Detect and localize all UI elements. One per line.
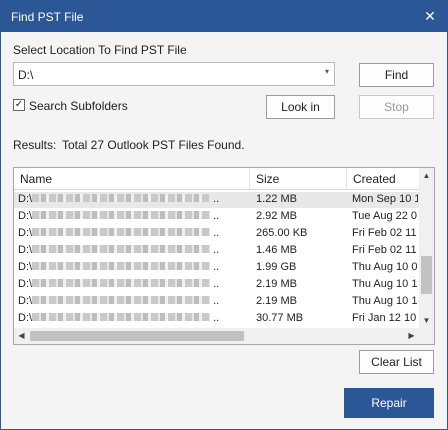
- row-name-suffix: ..: [213, 193, 220, 205]
- row-name-prefix: D:\: [18, 278, 33, 290]
- horizontal-scroll-thumb[interactable]: [30, 331, 244, 341]
- location-value[interactable]: D:\: [18, 68, 33, 82]
- repair-button[interactable]: Repair: [344, 388, 434, 418]
- table-row[interactable]: D:\ .. 1.46 MB Fri Feb 02 11: [14, 243, 419, 259]
- table-row[interactable]: D:\ .. 265.00 KB Fri Feb 02 11: [14, 226, 419, 242]
- scroll-down-icon[interactable]: ▼: [419, 313, 434, 328]
- row-name: D:\ ..: [18, 312, 246, 324]
- vertical-scrollbar[interactable]: ▲ ▼: [419, 168, 434, 328]
- table-row[interactable]: D:\ .. 2.92 MB Tue Aug 22 0: [14, 209, 419, 225]
- scroll-left-icon[interactable]: ◀: [14, 328, 29, 344]
- chevron-down-icon[interactable]: ▾: [325, 67, 329, 76]
- redacted-path: [32, 262, 211, 271]
- row-name: D:\ ..: [18, 261, 246, 273]
- row-size: 2.19 MB: [256, 278, 297, 290]
- row-created: Fri Feb 02 11: [352, 227, 417, 239]
- column-header-size[interactable]: Size: [250, 168, 347, 190]
- row-size: 2.19 MB: [256, 295, 297, 307]
- results-label: Results:: [13, 138, 57, 152]
- search-subfolders-checkbox[interactable]: ✓: [13, 99, 25, 111]
- row-name-prefix: D:\: [18, 295, 33, 307]
- row-name-prefix: D:\: [18, 227, 33, 239]
- table-row[interactable]: D:\ .. 1.22 MB Mon Sep 10 1: [14, 192, 419, 208]
- row-size: 265.00 KB: [256, 227, 308, 239]
- row-name: D:\ ..: [18, 295, 246, 307]
- row-name-suffix: ..: [213, 295, 220, 307]
- row-name-suffix: ..: [213, 210, 220, 222]
- look-in-button[interactable]: Look in: [266, 95, 335, 119]
- redacted-path: [32, 279, 211, 288]
- column-header-name[interactable]: Name: [14, 168, 250, 190]
- find-button[interactable]: Find: [359, 63, 434, 87]
- row-size: 1.22 MB: [256, 193, 297, 205]
- check-icon: ✓: [14, 99, 24, 110]
- row-name: D:\ ..: [18, 278, 246, 290]
- row-created: Thu Aug 10 0: [352, 261, 418, 273]
- row-created: Fri Jan 12 10: [352, 312, 417, 324]
- search-subfolders-label[interactable]: Search Subfolders: [29, 99, 128, 113]
- table-header: Name Size Created: [14, 168, 419, 190]
- row-size: 1.99 GB: [256, 261, 297, 273]
- stop-button[interactable]: Stop: [359, 95, 434, 119]
- redacted-path: [32, 296, 211, 305]
- row-created: Tue Aug 22 0: [352, 210, 418, 222]
- row-name-suffix: ..: [213, 278, 220, 290]
- table-row[interactable]: D:\ .. 30.77 MB Fri Jan 12 10: [14, 311, 419, 327]
- row-size: 2.92 MB: [256, 210, 297, 222]
- redacted-path: [32, 245, 211, 254]
- row-name: D:\ ..: [18, 227, 246, 239]
- column-header-created[interactable]: Created: [347, 168, 419, 190]
- vertical-scroll-thumb[interactable]: [421, 256, 432, 294]
- row-name-prefix: D:\: [18, 244, 33, 256]
- horizontal-scrollbar[interactable]: ◀ ▶: [14, 328, 419, 344]
- row-name-prefix: D:\: [18, 210, 33, 222]
- row-name: D:\ ..: [18, 244, 246, 256]
- location-label: Select Location To Find PST File: [13, 43, 187, 57]
- scrollbar-corner: [419, 328, 434, 344]
- table-row[interactable]: D:\ .. 2.19 MB Thu Aug 10 1: [14, 294, 419, 310]
- close-icon[interactable]: ✕: [419, 5, 441, 27]
- redacted-path: [32, 211, 211, 220]
- row-created: Mon Sep 10 1: [352, 193, 418, 205]
- row-name-prefix: D:\: [18, 193, 33, 205]
- row-name-suffix: ..: [213, 244, 220, 256]
- redacted-path: [32, 194, 211, 203]
- clear-list-button[interactable]: Clear List: [359, 350, 434, 374]
- location-combobox[interactable]: D:\ ▾: [13, 62, 335, 86]
- row-size: 30.77 MB: [256, 312, 304, 324]
- window-title: Find PST File: [11, 10, 84, 24]
- find-pst-dialog: Find PST File ✕ Select Location To Find …: [0, 0, 448, 430]
- row-created: Thu Aug 10 1: [352, 278, 418, 290]
- row-name-suffix: ..: [213, 227, 220, 239]
- redacted-path: [32, 228, 211, 237]
- title-bar[interactable]: Find PST File ✕: [1, 1, 447, 32]
- row-created: Fri Feb 02 11: [352, 244, 417, 256]
- table-row[interactable]: D:\ .. 1.99 GB Thu Aug 10 0: [14, 260, 419, 276]
- results-table[interactable]: Name Size Created D:\ .. 1.22 MB Mon Sep 1…: [13, 167, 435, 345]
- row-size: 1.46 MB: [256, 244, 297, 256]
- redacted-path: [32, 313, 211, 322]
- scroll-up-icon[interactable]: ▲: [419, 168, 434, 183]
- results-summary: Total 27 Outlook PST Files Found.: [62, 138, 245, 152]
- table-row[interactable]: D:\ .. 2.19 MB Thu Aug 10 1: [14, 277, 419, 293]
- row-created: Thu Aug 10 1: [352, 295, 418, 307]
- row-name: D:\ ..: [18, 210, 246, 222]
- row-name: D:\ ..: [18, 193, 246, 205]
- row-name-prefix: D:\: [18, 261, 33, 273]
- row-name-suffix: ..: [213, 312, 220, 324]
- scroll-right-icon[interactable]: ▶: [404, 328, 419, 344]
- row-name-suffix: ..: [213, 261, 220, 273]
- row-name-prefix: D:\: [18, 312, 33, 324]
